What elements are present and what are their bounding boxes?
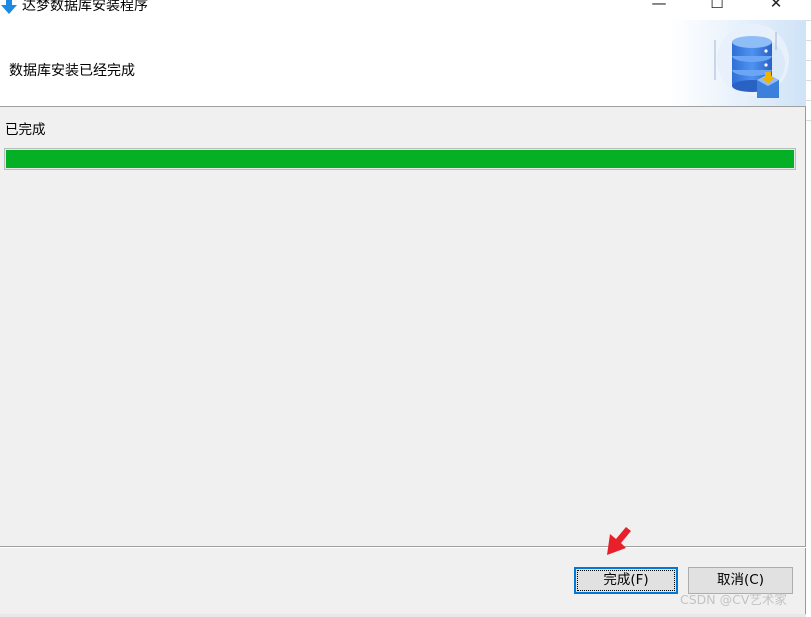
window-title: 达梦数据库安装程序 [22, 0, 148, 14]
watermark-text: CSDN @CV艺术家 [680, 592, 787, 607]
wizard-header: 数据库安装已经完成 [0, 20, 806, 107]
progress-fill [6, 150, 794, 168]
maximize-button[interactable]: ☐ [694, 0, 740, 16]
header-title: 数据库安装已经完成 [9, 63, 135, 79]
installer-window: 达梦数据库安装程序 — ☐ ✕ 数据库安装已经完成 已完成 完成(F) 取消(C… [0, 0, 806, 617]
minimize-button[interactable]: — [636, 0, 682, 16]
cancel-button-label: 取消(C) [717, 572, 764, 588]
cancel-button[interactable]: 取消(C) [688, 567, 793, 594]
background-window-edge [806, 0, 811, 617]
progress-bar [4, 148, 796, 170]
footer-divider-highlight [0, 547, 806, 548]
download-arrow-icon [1, 0, 17, 14]
status-label: 已完成 [5, 122, 46, 138]
title-bar[interactable]: 达梦数据库安装程序 — ☐ ✕ [0, 0, 806, 20]
focus-ring [577, 570, 675, 591]
finish-button[interactable]: 完成(F) [574, 567, 678, 594]
close-button[interactable]: ✕ [753, 0, 799, 16]
database-stack-icon [671, 20, 806, 106]
red-arrow-pointer-icon [607, 527, 631, 555]
